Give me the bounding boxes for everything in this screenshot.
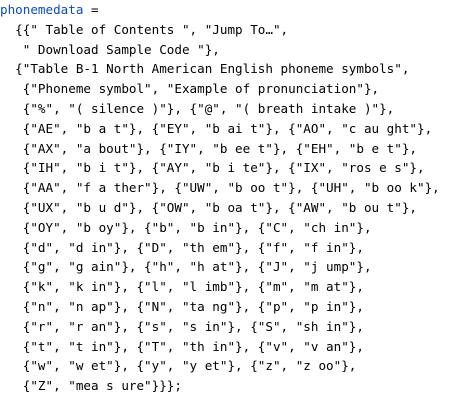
code-line: {"OY", "b oy"}, {"b", "b in"}, {"C", "ch…: [0, 219, 372, 235]
code-line: {"r", "r an"}, {"s", "s in"}, {"S", "sh …: [0, 318, 364, 334]
code-line: {"Table B-1 North American English phone…: [0, 61, 410, 77]
code-line: " Download Sample Code "},: [0, 41, 220, 57]
code-line: {"AX", "a bout"}, {"IY", "b ee t"}, {"EH…: [0, 140, 418, 156]
code-line: {"AA", "f a ther"}, {"UW", "b oo t"}, {"…: [0, 180, 440, 196]
code-line: {"IH", "b i t"}, {"AY", "b i te"}, {"IX"…: [0, 160, 425, 176]
code-line: {"g", "g ain"}, {"h", "h at"}, {"J", "j …: [0, 259, 372, 275]
code-line: {"d", "d in"}, {"D", "th em"}, {"f", "f …: [0, 239, 364, 255]
code-line: {"Z", "mea s ure"}}};: [0, 378, 182, 394]
variable-name[interactable]: phonemedata: [0, 2, 83, 17]
assignment-line: phonemedata =: [0, 1, 99, 19]
code-line: {"w", "w et"}, {"y", "y et"}, {"z", "z o…: [0, 358, 357, 374]
code-line: {{" Table of Contents ", "Jump To…",: [0, 21, 289, 37]
code-line: {"Phoneme symbol", "Example of pronuncia…: [0, 81, 380, 97]
code-line: {"UX", "b u d"}, {"OW", "b oa t"}, {"AW"…: [0, 200, 418, 215]
code-line: {"AE", "b a t"}, {"EY", "b ai t"}, {"AO"…: [0, 120, 433, 136]
code-line: {"%", "( silence )"}, {"@", "( breath in…: [0, 101, 395, 116]
assignment-operator: =: [83, 2, 99, 17]
code-line: {"n", "n ap"}, {"N", "ta ng"}, {"p", "p …: [0, 299, 364, 314]
notebook-input-cell[interactable]: phonemedata = {{" Table of Contents ", "…: [0, 0, 458, 417]
code-line: {"t", "t in"}, {"T", "th in"}, {"v", "v …: [0, 338, 364, 354]
code-line: {"k", "k in"}, {"l", "l imb"}, {"m", "m …: [0, 279, 364, 295]
